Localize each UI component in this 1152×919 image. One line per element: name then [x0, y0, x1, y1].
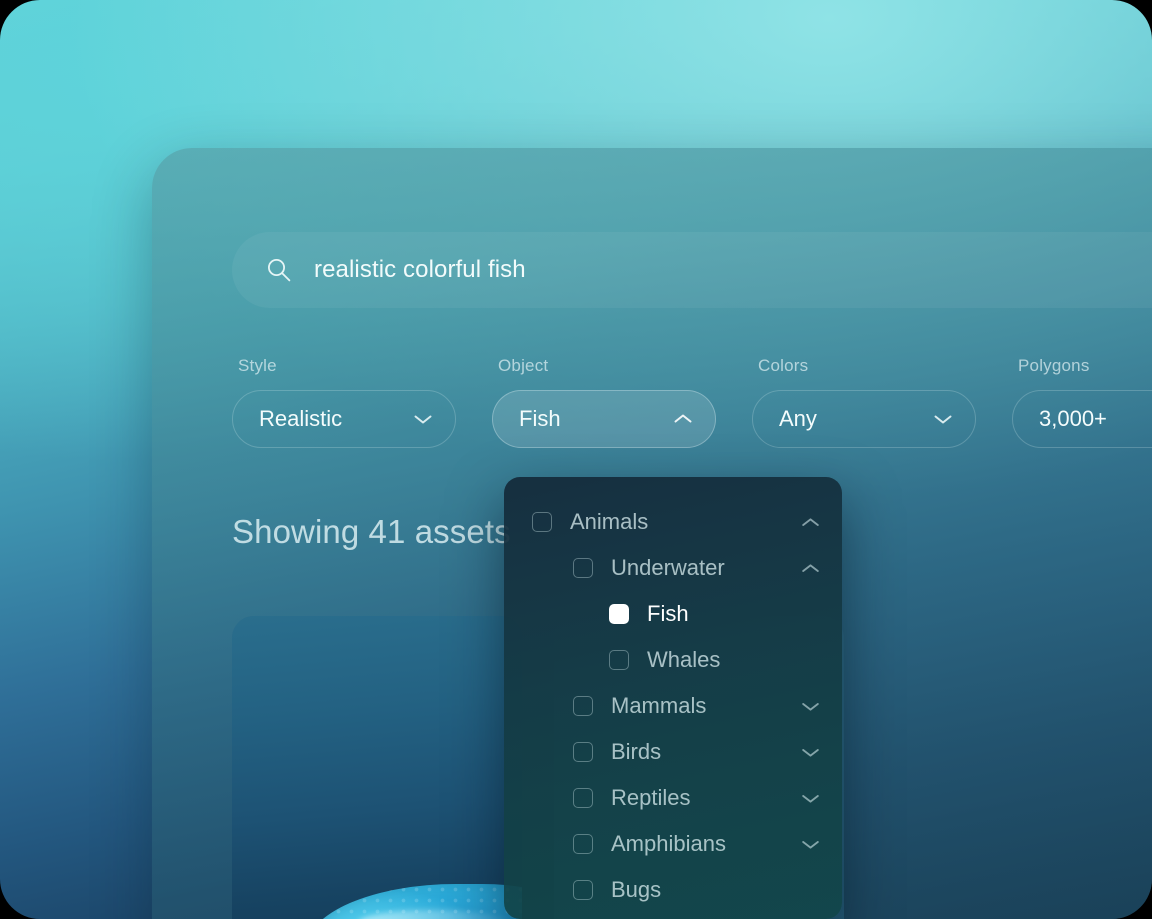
filter-polygons-label: Polygons [1018, 356, 1090, 375]
menu-item-birds[interactable]: Birds [504, 729, 842, 775]
chevron-down-icon [933, 413, 953, 425]
checkbox-animals[interactable] [532, 512, 552, 532]
fish-illustration [280, 868, 522, 919]
menu-label-bugs: Bugs [611, 877, 662, 902]
menu-label-mammals: Mammals [611, 693, 707, 718]
menu-item-animals[interactable]: Animals [504, 499, 842, 545]
filter-object-label: Object [498, 356, 549, 375]
menu-label-reptiles: Reptiles [611, 785, 691, 810]
menu-item-amphibians[interactable]: Amphibians [504, 821, 842, 867]
checkbox-reptiles[interactable] [573, 788, 593, 808]
checkbox-underwater[interactable] [573, 558, 593, 578]
chevron-down-icon[interactable] [801, 839, 820, 850]
checkbox-whales[interactable] [609, 650, 629, 670]
checkbox-fish[interactable] [609, 604, 629, 624]
filter-colors-control[interactable]: Any [752, 390, 976, 448]
chevron-down-icon[interactable] [801, 747, 820, 758]
filter-object-value: Fish [519, 406, 561, 431]
menu-label-whales: Whales [647, 647, 721, 672]
search-input-value[interactable]: realistic colorful fish [314, 256, 526, 284]
filter-colors-value: Any [779, 406, 817, 431]
menu-label-amphibians: Amphibians [611, 831, 726, 856]
search-bar[interactable]: realistic colorful fish [232, 232, 1152, 308]
screen: realistic colorful fish Style Realistic … [0, 0, 1152, 919]
asset-card-fish[interactable] [232, 616, 522, 919]
menu-item-reptiles[interactable]: Reptiles [504, 775, 842, 821]
filter-style: Style Realistic [232, 356, 456, 448]
object-filter-dropdown: Animals Underwater Fish Whales Mammals B… [504, 477, 842, 919]
filter-colors: Colors Any [752, 356, 976, 448]
filter-polygons-control[interactable]: 3,000+ [1012, 390, 1152, 448]
menu-item-fish[interactable]: Fish [504, 591, 842, 637]
chevron-up-icon[interactable] [801, 517, 820, 528]
filter-style-label: Style [238, 356, 277, 375]
filter-row: Style Realistic Object Fish Colors Any P… [232, 356, 1152, 448]
menu-item-bugs[interactable]: Bugs [504, 867, 842, 913]
filter-polygons: Polygons 3,000+ [1012, 356, 1152, 448]
chevron-up-icon [673, 413, 693, 425]
checkbox-mammals[interactable] [573, 696, 593, 716]
menu-item-mammals[interactable]: Mammals [504, 683, 842, 729]
filter-object: Object Fish [492, 356, 716, 448]
checkbox-bugs[interactable] [573, 880, 593, 900]
filter-colors-label: Colors [758, 356, 809, 375]
menu-label-birds: Birds [611, 739, 662, 764]
filter-polygons-value: 3,000+ [1039, 406, 1107, 431]
menu-label-fish: Fish [647, 601, 689, 626]
filter-style-value: Realistic [259, 406, 343, 431]
chevron-down-icon[interactable] [801, 701, 820, 712]
filter-object-control[interactable]: Fish [492, 390, 716, 448]
chevron-up-icon[interactable] [801, 563, 820, 574]
fish-body [306, 884, 522, 919]
chevron-down-icon[interactable] [801, 793, 820, 804]
menu-item-whales[interactable]: Whales [504, 637, 842, 683]
chevron-down-icon [413, 413, 433, 425]
menu-label-underwater: Underwater [611, 555, 725, 580]
search-icon [266, 257, 292, 283]
menu-item-underwater[interactable]: Underwater [504, 545, 842, 591]
filter-style-control[interactable]: Realistic [232, 390, 456, 448]
menu-label-animals: Animals [570, 509, 649, 534]
checkbox-birds[interactable] [573, 742, 593, 762]
checkbox-amphibians[interactable] [573, 834, 593, 854]
results-count: Showing 41 assets [232, 513, 511, 550]
